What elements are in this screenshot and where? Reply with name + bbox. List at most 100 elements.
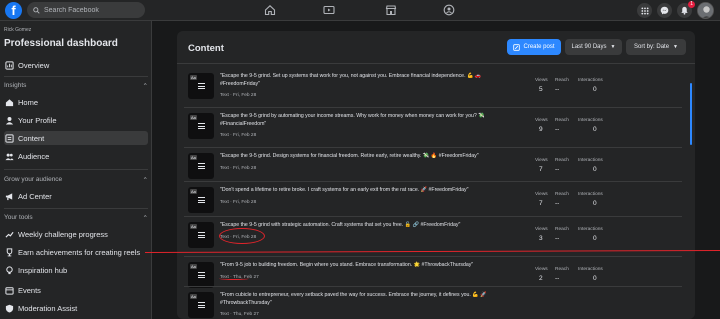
table-row[interactable]: Aa "Escape the 9-5 grind by automating yo… — [184, 108, 682, 144]
text-post-tag-icon: Aa — [190, 294, 197, 299]
interactions-value: 0 — [593, 86, 597, 93]
search-input[interactable] — [44, 6, 134, 14]
video-icon[interactable] — [322, 3, 336, 17]
home-icon[interactable] — [263, 3, 277, 17]
scrollbar[interactable] — [690, 83, 692, 145]
text-post-tag-icon: Aa — [190, 75, 197, 80]
edit-icon — [513, 43, 521, 51]
views-value: 9 — [539, 126, 543, 133]
bulb-icon — [4, 265, 14, 275]
post-thumbnail[interactable]: Aa — [188, 222, 214, 248]
sidebar-item-label: Audience — [18, 151, 50, 161]
section-tools-header[interactable]: Your tools ⌃ — [4, 214, 148, 222]
views-value: 7 — [539, 166, 543, 173]
post-thumbnail[interactable]: Aa — [188, 153, 214, 179]
post-text[interactable]: "From cubicle to entrepreneur, every set… — [220, 292, 503, 307]
post-thumbnail[interactable]: Aa — [188, 187, 214, 213]
sidebar-item-overview[interactable]: Overview — [4, 58, 148, 72]
sidebar-item-label: Home — [18, 97, 39, 107]
sidebar-item-your-profile[interactable]: Your Profile — [4, 113, 148, 127]
interactions-value: 0 — [593, 200, 597, 207]
interactions-label: Interactions — [578, 192, 603, 197]
caret-down-icon: ▼ — [610, 44, 616, 50]
post-thumbnail[interactable]: Aa — [188, 73, 214, 99]
profile-icon — [4, 115, 14, 125]
facebook-logo-icon[interactable]: f — [5, 2, 22, 19]
marketplace-icon[interactable] — [384, 3, 398, 17]
sidebar-item-inspiration-hub[interactable]: Inspiration hub — [4, 263, 148, 277]
sidebar-item-label: Events — [18, 285, 41, 295]
sidebar-item-label: Ad Center — [18, 191, 52, 201]
post-thumbnail[interactable]: Aa — [188, 292, 214, 318]
sidebar-item-label: Overview — [18, 60, 50, 70]
section-insights-header[interactable]: Insights ⌃ — [4, 82, 148, 90]
views-value: 2 — [539, 275, 543, 282]
text-lines-icon — [198, 197, 205, 205]
interactions-value: 0 — [593, 235, 597, 242]
search-box[interactable] — [27, 2, 145, 18]
sidebar-item-ad-center[interactable]: Ad Center — [4, 189, 148, 203]
content-panel: Content Create post Last 90 Days ▼ Sort … — [177, 31, 695, 319]
section-grow-header[interactable]: Grow your audience ⌃ — [4, 176, 148, 184]
profile-avatar[interactable] — [697, 2, 714, 19]
text-lines-icon — [198, 302, 205, 310]
views-label: Views — [535, 227, 548, 232]
table-row[interactable]: Aa "Don't spend a lifetime to retire brok… — [184, 182, 682, 218]
interactions-value: 0 — [593, 166, 597, 173]
table-row[interactable]: Aa "Escape the 9-5 grind. Design systems … — [184, 148, 682, 184]
text-post-tag-icon: Aa — [190, 189, 197, 194]
post-text[interactable]: "Escape the 9-5 grind with strategic aut… — [220, 222, 503, 230]
sidebar: Rick Gomez Professional dashboard Overvi… — [0, 21, 152, 319]
sidebar-item-audience[interactable]: Audience — [4, 149, 148, 163]
section-insights-label: Insights — [4, 82, 27, 89]
sidebar-item-label: Your Profile — [18, 115, 57, 125]
interactions-value: 0 — [593, 275, 597, 282]
shield-icon — [4, 303, 14, 313]
sidebar-item-earn-achievements[interactable]: Earn achievements for creating reels — [4, 245, 148, 259]
divider — [4, 76, 148, 77]
top-navigation-bar: f 1 — [0, 0, 720, 21]
views-label: Views — [535, 118, 548, 123]
sidebar-item-home[interactable]: Home — [4, 95, 148, 109]
chevron-up-icon[interactable]: ⌃ — [143, 176, 148, 184]
post-thumbnail[interactable]: Aa — [188, 262, 214, 288]
views-label: Views — [535, 78, 548, 83]
post-thumbnail[interactable]: Aa — [188, 113, 214, 139]
post-text[interactable]: "Escape the 9-5 grind. Design systems fo… — [220, 153, 503, 161]
sidebar-item-moderation-assist[interactable]: Moderation Assist — [4, 301, 148, 315]
reach-label: Reach — [555, 78, 569, 83]
text-lines-icon — [198, 123, 205, 131]
interactions-label: Interactions — [578, 267, 603, 272]
reach-value: -- — [555, 275, 560, 282]
sort-label: Sort by: Date — [634, 44, 670, 50]
groups-icon[interactable] — [442, 3, 456, 17]
chevron-up-icon[interactable]: ⌃ — [143, 214, 148, 222]
post-text[interactable]: "Don't spend a lifetime to retire broke.… — [220, 187, 503, 195]
messenger-icon[interactable] — [657, 3, 672, 18]
calendar-icon — [4, 285, 14, 295]
table-row[interactable]: Aa "Escape the 9-5 grind. Set up systems … — [184, 68, 682, 104]
date-range-dropdown[interactable]: Last 90 Days ▼ — [565, 39, 622, 55]
post-text[interactable]: "Escape the 9-5 grind by automating your… — [220, 113, 503, 128]
bell-icon[interactable]: 1 — [677, 1, 695, 18]
post-text[interactable]: "From 9-5 job to building freedom. Begin… — [220, 262, 503, 270]
text-post-tag-icon: Aa — [190, 155, 197, 160]
page-title: Content — [188, 43, 224, 54]
interactions-label: Interactions — [578, 118, 603, 123]
post-date: Text · Thu, Feb 27 — [220, 312, 259, 317]
table-row[interactable]: Aa "From cubicle to entrepreneur, every s… — [184, 287, 682, 319]
home-icon — [4, 97, 14, 107]
sidebar-item-content[interactable]: Content — [4, 131, 148, 145]
section-tools-label: Your tools — [4, 214, 33, 221]
reach-label: Reach — [555, 192, 569, 197]
sort-dropdown[interactable]: Sort by: Date ▼ — [626, 39, 686, 55]
sidebar-item-weekly-challenge[interactable]: Weekly challenge progress — [4, 227, 148, 241]
sidebar-item-events[interactable]: Events — [4, 283, 148, 297]
post-text[interactable]: "Escape the 9-5 grind. Set up systems th… — [220, 73, 503, 88]
text-lines-icon — [198, 163, 205, 171]
create-post-button[interactable]: Create post — [507, 39, 561, 55]
views-value: 7 — [539, 200, 543, 207]
menu-grid-icon[interactable] — [637, 3, 652, 18]
reach-label: Reach — [555, 158, 569, 163]
chevron-up-icon[interactable]: ⌃ — [143, 82, 148, 90]
